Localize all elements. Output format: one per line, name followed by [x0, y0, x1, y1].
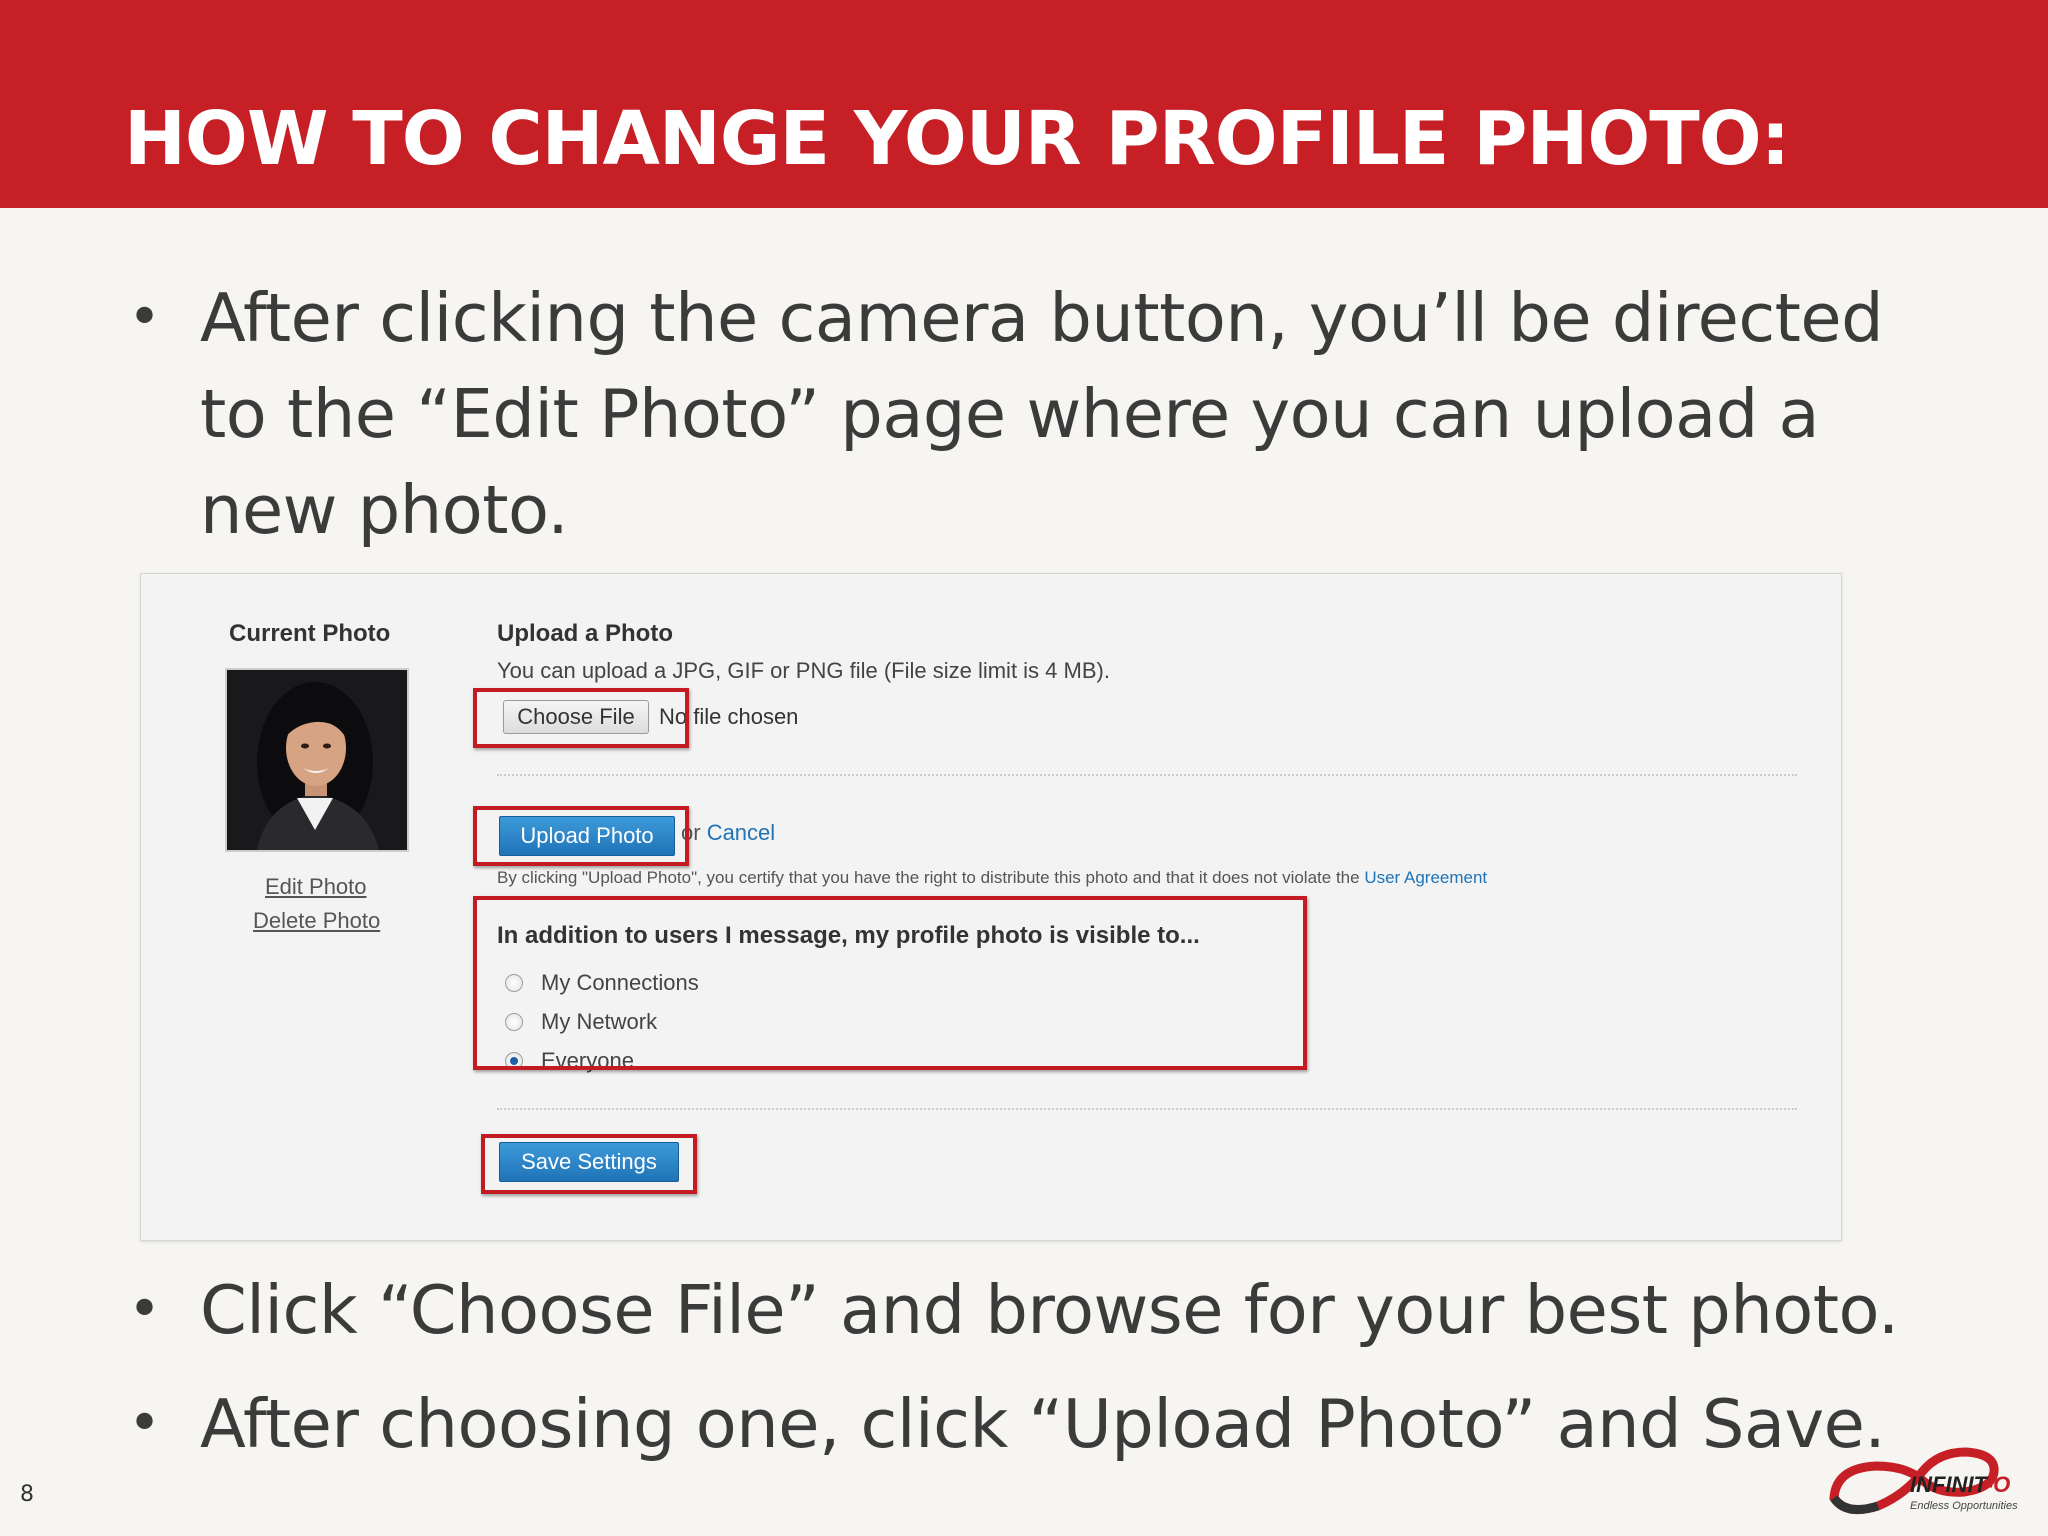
- bullet-dot: •: [128, 285, 161, 350]
- upload-photo-heading: Upload a Photo: [497, 620, 673, 647]
- bullet-item: • After clicking the camera button, you’…: [128, 270, 1960, 558]
- highlight-box-visibility: [473, 896, 1307, 1070]
- certify-text: By clicking "Upload Photo", you certify …: [497, 868, 1360, 887]
- cancel-link[interactable]: Cancel: [707, 820, 775, 845]
- highlight-box-choose-file: [473, 688, 689, 748]
- bullet-dot: •: [128, 1277, 161, 1342]
- user-agreement-link[interactable]: User Agreement: [1364, 868, 1487, 887]
- highlight-box-upload-photo: [473, 806, 689, 866]
- slide-title: HOW TO CHANGE YOUR PROFILE PHOTO:: [124, 96, 1790, 182]
- or-cancel: or Cancel: [681, 820, 775, 846]
- logo-tagline: Endless Opportunities: [1910, 1500, 2018, 1512]
- page-number: 8: [20, 1482, 34, 1507]
- profile-photo-image: [227, 670, 407, 850]
- section-divider: [497, 774, 1797, 776]
- bullet-text: After choosing one, click “Upload Photo”…: [200, 1385, 1886, 1463]
- logo-name-dash: -: [1985, 1472, 1994, 1497]
- bullet-text: Click “Choose File” and browse for your …: [200, 1271, 1899, 1349]
- logo-name-end: O: [1993, 1472, 2011, 1497]
- profile-photo: [225, 668, 409, 852]
- logo-name-main: INFINIT: [1910, 1472, 1986, 1497]
- edit-photo-screenshot: Current Photo Edit Photo Delete Photo Up…: [140, 573, 1842, 1241]
- section-divider: [497, 1108, 1797, 1110]
- bullet-text: After clicking the camera button, you’ll…: [200, 279, 1884, 549]
- bullet-item: • Click “Choose File” and browse for you…: [128, 1262, 1960, 1358]
- edit-photo-link[interactable]: Edit Photo: [265, 874, 367, 900]
- certify-notice: By clicking "Upload Photo", you certify …: [497, 868, 1487, 888]
- current-photo-label: Current Photo: [229, 620, 391, 647]
- logo-wordmark: INFINIT-O: [1910, 1472, 2010, 1498]
- bullet-item: • After choosing one, click “Upload Phot…: [128, 1376, 1960, 1472]
- delete-photo-link[interactable]: Delete Photo: [253, 908, 380, 934]
- bullet-dot: •: [128, 1391, 161, 1456]
- highlight-box-save-settings: [481, 1134, 697, 1194]
- upload-description: You can upload a JPG, GIF or PNG file (F…: [497, 658, 1110, 683]
- slide-header: HOW TO CHANGE YOUR PROFILE PHOTO:: [0, 0, 2048, 208]
